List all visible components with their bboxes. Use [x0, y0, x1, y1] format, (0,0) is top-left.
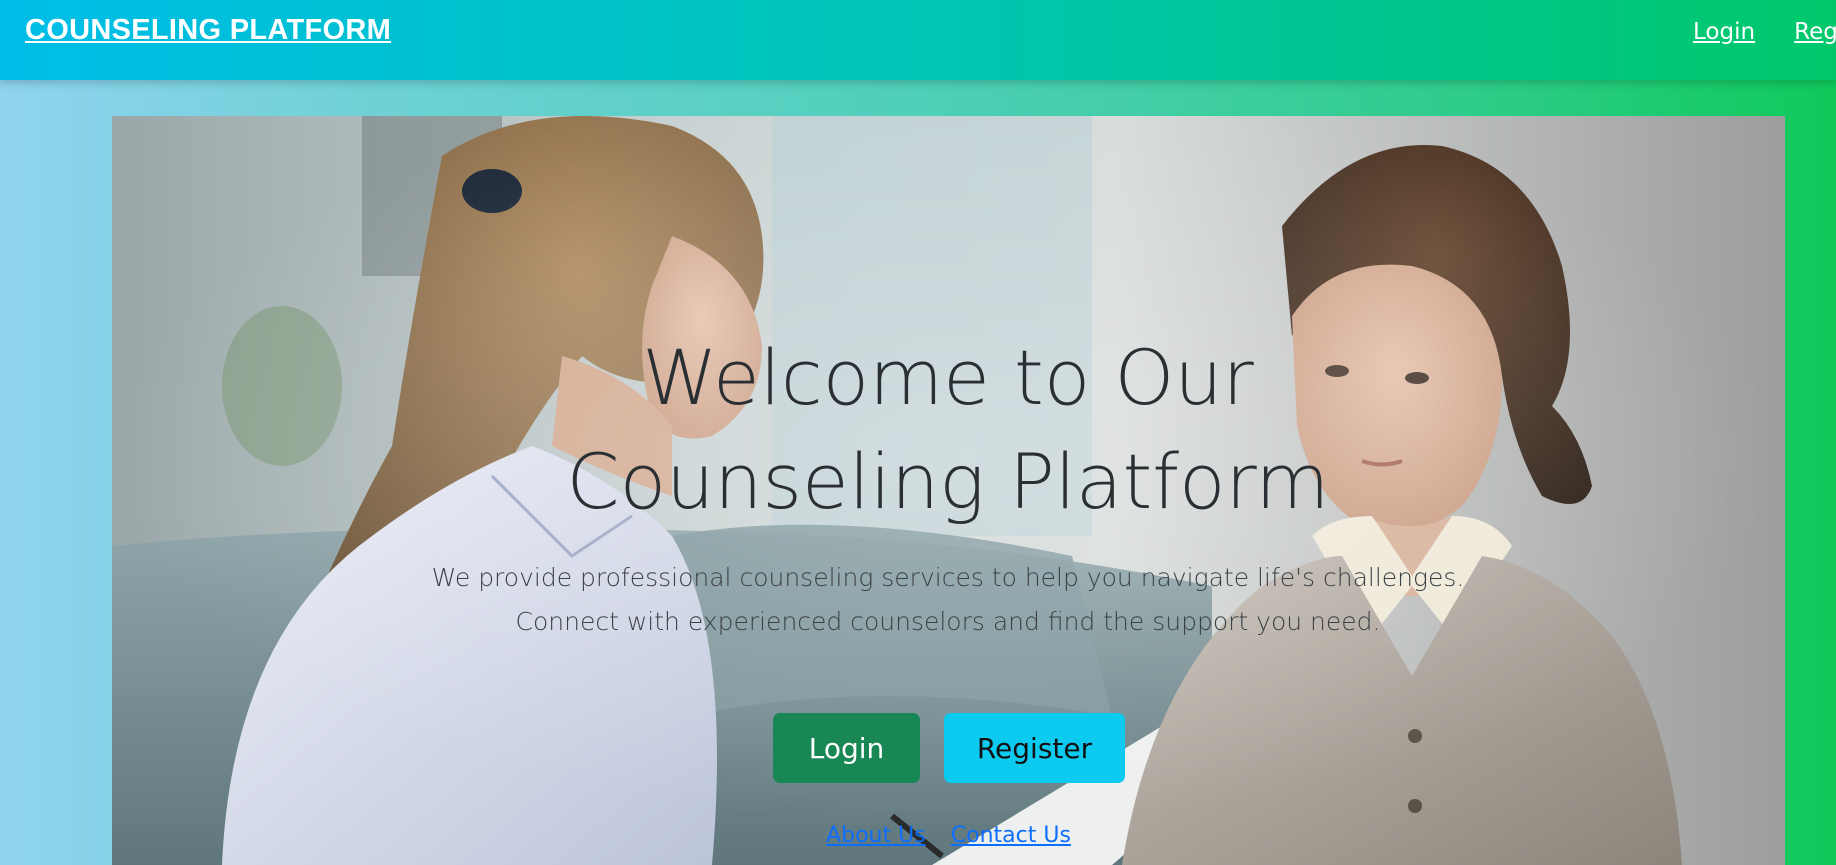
hero-description: We provide professional counseling servi… [431, 563, 1465, 636]
about-us-link[interactable]: About Us [826, 823, 926, 848]
brand-link[interactable]: COUNSELING PLATFORM [25, 14, 391, 47]
contact-us-link[interactable]: Contact Us [951, 823, 1071, 848]
hero-section: Welcome to Our Counseling Platform We pr… [112, 116, 1785, 865]
nav-login-link[interactable]: Login [1693, 19, 1755, 45]
top-navbar: COUNSELING PLATFORM Login Register [0, 0, 1836, 80]
hero-title: Welcome to Our Counseling Platform [566, 333, 1330, 526]
hero-content: Welcome to Our Counseling Platform We pr… [112, 116, 1785, 865]
hero-footer-links: About Us Contact Us [112, 823, 1785, 848]
login-button[interactable]: Login [773, 713, 920, 783]
nav-register-link[interactable]: Register [1794, 19, 1836, 45]
register-button[interactable]: Register [944, 713, 1125, 783]
nav-links: Login Register [1693, 19, 1836, 45]
